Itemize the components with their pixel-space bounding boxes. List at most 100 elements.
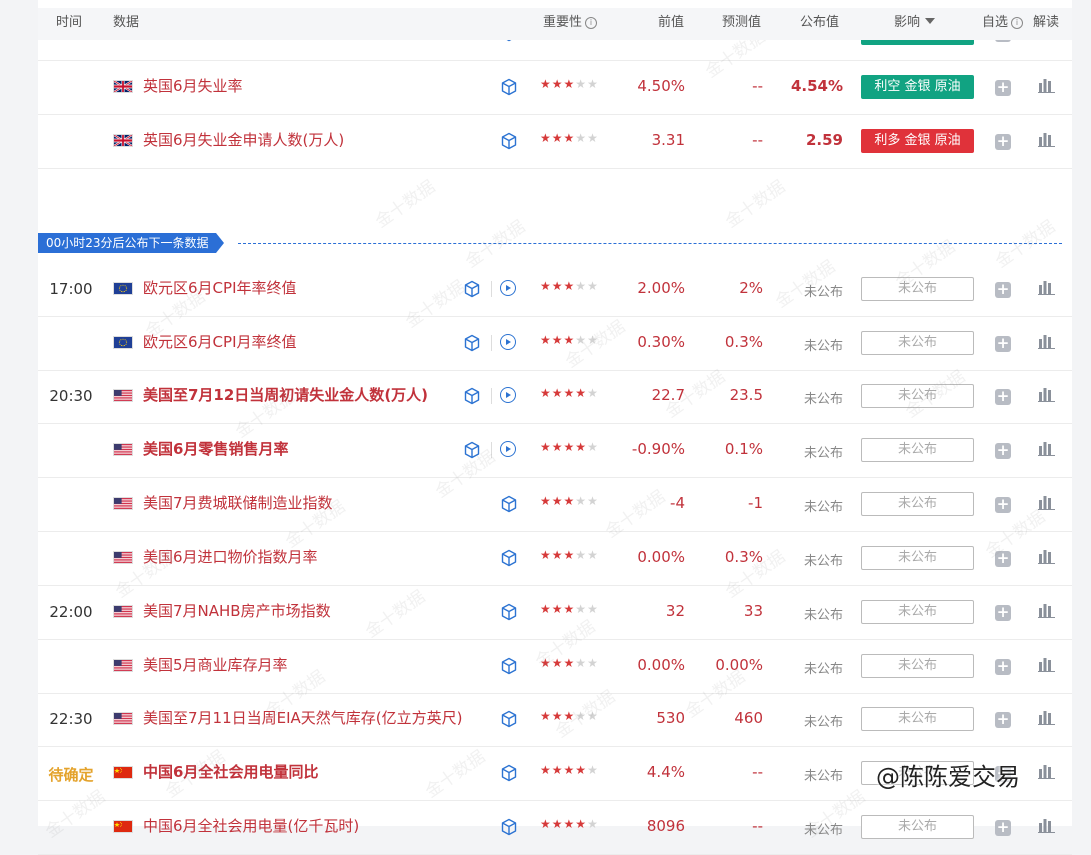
table-row: 英国6月失业率 ★★★★★ 4.50% -- 4.54% 利空 金银 原油 + xyxy=(38,60,1072,115)
add-to-watchlist-button[interactable]: + xyxy=(995,80,1011,96)
countdown-label: 00小时23分后公布下一条数据 xyxy=(38,233,224,253)
add-to-watchlist-button[interactable]: + xyxy=(995,443,1011,459)
previous-value: 4.4% xyxy=(646,763,685,781)
table-row: 20:30 美国至7月12日当周初请失业金人数(万人) ★★★★★ 22.7 23.5 未… xyxy=(38,369,1072,424)
add-to-watchlist-button[interactable]: + xyxy=(995,134,1011,150)
event-name-link[interactable]: 欧元区6月CPI月率终值 xyxy=(143,331,297,352)
bar-chart-icon[interactable] xyxy=(1038,548,1055,564)
table-row: 22:00 美国7月NAHB房产市场指数 ★★★★★ 32 33 未公布 未公布 + xyxy=(38,585,1072,640)
previous-value: 530 xyxy=(656,709,685,727)
release-time: 20:30 xyxy=(49,387,93,405)
cube-icon[interactable] xyxy=(463,280,481,298)
forecast-value: -- xyxy=(752,817,763,835)
actual-value: 未公布 xyxy=(803,500,843,515)
cube-icon[interactable] xyxy=(500,132,518,150)
bar-chart-icon[interactable] xyxy=(1038,817,1055,833)
bar-chart-icon[interactable] xyxy=(1038,494,1055,510)
actual-value: 未公布 xyxy=(803,662,843,677)
cube-icon[interactable] xyxy=(500,603,518,621)
event-name-link[interactable]: 美国5月商业库存月率 xyxy=(143,654,288,675)
play-icon[interactable] xyxy=(500,441,516,457)
play-icon[interactable] xyxy=(500,334,516,350)
bar-chart-icon[interactable] xyxy=(1038,440,1055,456)
china-flag-icon xyxy=(113,766,133,779)
add-to-watchlist-button[interactable]: + xyxy=(995,712,1011,728)
event-name-link[interactable]: 美国6月零售销售月率 xyxy=(143,438,288,459)
add-to-watchlist-button[interactable]: + xyxy=(995,820,1011,836)
header-impact-label: 影响 xyxy=(894,15,921,30)
add-to-watchlist-button[interactable]: + xyxy=(995,605,1011,621)
cube-icon[interactable] xyxy=(500,549,518,567)
bar-chart-icon[interactable] xyxy=(1038,602,1055,618)
bar-chart-icon[interactable] xyxy=(1038,763,1055,779)
importance-stars: ★★★★★ xyxy=(540,77,599,91)
eu-flag-icon xyxy=(113,282,133,295)
cube-icon[interactable] xyxy=(500,495,518,513)
importance-stars: ★★★★★ xyxy=(540,279,599,293)
info-icon[interactable]: i xyxy=(1011,17,1024,29)
signature-watermark: @陈陈爱交易 xyxy=(876,763,1020,791)
forecast-value: -- xyxy=(752,77,763,95)
table-row: 美国6月零售销售月率 ★★★★★ -0.90% 0.1% 未公布 未公布 + xyxy=(38,423,1072,478)
add-to-watchlist-button[interactable]: + xyxy=(995,551,1011,567)
cube-icon[interactable] xyxy=(500,78,518,96)
add-to-watchlist-button[interactable]: + xyxy=(995,497,1011,513)
event-name-link[interactable]: 美国7月NAHB房产市场指数 xyxy=(143,600,331,621)
header-forecast: 预测值 xyxy=(722,15,762,30)
forecast-value: 33 xyxy=(743,602,763,620)
add-to-watchlist-button[interactable]: + xyxy=(995,659,1011,675)
importance-stars: ★★★★★ xyxy=(540,602,599,616)
cube-icon[interactable] xyxy=(500,764,518,782)
play-icon[interactable] xyxy=(500,387,516,403)
actual-value: 未公布 xyxy=(803,608,843,623)
event-name-link[interactable]: 中国6月全社会用电量同比 xyxy=(143,761,318,782)
uk-flag-icon xyxy=(113,80,133,93)
event-name-link[interactable]: 美国6月进口物价指数月率 xyxy=(143,546,318,567)
add-to-watchlist-button[interactable]: + xyxy=(995,336,1011,352)
cube-icon[interactable] xyxy=(500,818,518,836)
us-flag-icon xyxy=(113,712,133,725)
impact-badge: 利空 金银 原油 xyxy=(861,75,974,99)
release-time: 17:00 xyxy=(49,280,93,298)
bar-chart-icon[interactable] xyxy=(1038,333,1055,349)
impact-badge: 未公布 xyxy=(861,600,974,624)
cube-icon[interactable] xyxy=(463,387,481,405)
impact-filter-dropdown[interactable]: 影响 xyxy=(894,8,936,40)
header-actual: 公布值 xyxy=(800,15,840,30)
previous-value: 2.00% xyxy=(637,279,685,297)
cube-icon[interactable] xyxy=(500,657,518,675)
bar-chart-icon[interactable] xyxy=(1038,656,1055,672)
cube-icon[interactable] xyxy=(463,441,481,459)
importance-stars: ★★★★★ xyxy=(540,131,599,145)
bar-chart-icon[interactable] xyxy=(1038,77,1055,93)
forecast-value: 460 xyxy=(734,709,763,727)
us-flag-icon xyxy=(113,443,133,456)
bar-chart-icon[interactable] xyxy=(1038,709,1055,725)
impact-badge: 未公布 xyxy=(861,654,974,678)
cube-icon[interactable] xyxy=(500,710,518,728)
forecast-value: -- xyxy=(752,763,763,781)
info-icon[interactable]: i xyxy=(585,17,598,29)
play-icon[interactable] xyxy=(500,280,516,296)
actual-value: 4.54% xyxy=(790,77,843,95)
event-name-link[interactable]: 美国至7月11日当周EIA天然气库存(亿立方英尺) xyxy=(143,707,463,728)
china-flag-icon xyxy=(113,820,133,833)
bar-chart-icon[interactable] xyxy=(1038,279,1055,295)
table-row: 22:30 美国至7月11日当周EIA天然气库存(亿立方英尺) ★★★★★ 530 46… xyxy=(38,692,1072,747)
event-name-link[interactable]: 美国至7月12日当周初请失业金人数(万人) xyxy=(143,384,428,405)
event-name-link[interactable]: 美国7月费城联储制造业指数 xyxy=(143,492,333,513)
event-name-link[interactable]: 英国6月失业金申请人数(万人) xyxy=(143,129,344,150)
bar-chart-icon[interactable] xyxy=(1038,386,1055,402)
event-name-link[interactable]: 欧元区6月CPI年率终值 xyxy=(143,277,297,298)
forecast-value: -1 xyxy=(748,494,763,512)
event-name-link[interactable]: 英国6月失业率 xyxy=(143,75,243,96)
previous-value: 32 xyxy=(665,602,685,620)
cube-icon[interactable] xyxy=(463,334,481,352)
forecast-value: 23.5 xyxy=(729,386,763,404)
previous-value: -0.90% xyxy=(631,440,685,458)
add-to-watchlist-button[interactable]: + xyxy=(995,282,1011,298)
importance-stars: ★★★★★ xyxy=(540,548,599,562)
add-to-watchlist-button[interactable]: + xyxy=(995,389,1011,405)
bar-chart-icon[interactable] xyxy=(1038,131,1055,147)
next-release-banner: 00小时23分后公布下一条数据 xyxy=(38,233,1062,253)
